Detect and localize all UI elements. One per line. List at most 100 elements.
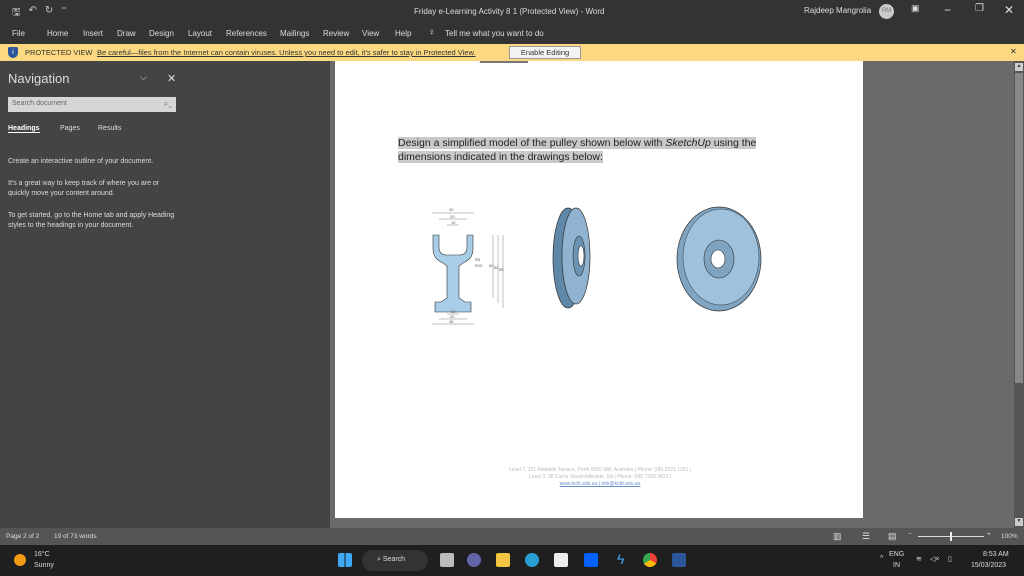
minimize-button[interactable]: − [944, 3, 951, 17]
zoom-in-icon[interactable]: + [987, 531, 991, 538]
volume-icon[interactable]: ◁× [930, 555, 939, 563]
shield-icon: i [8, 47, 18, 58]
tab-mailings[interactable]: Mailings [280, 29, 309, 38]
page-count[interactable]: Page 2 of 2 [6, 533, 39, 540]
battery-icon[interactable]: ▯ [948, 555, 952, 563]
temperature[interactable]: 16°C [34, 551, 50, 558]
close-button[interactable]: ✕ [1004, 3, 1014, 17]
taskbar-search[interactable]: ⌕ Search [362, 550, 428, 571]
undo-icon[interactable]: ↶ [29, 5, 37, 22]
chrome-icon[interactable] [643, 553, 657, 567]
teams-icon[interactable] [467, 553, 481, 567]
edge-icon[interactable] [525, 553, 539, 567]
dim-10: 10 [451, 220, 456, 225]
status-bar: Page 2 of 2 19 of 73 words ▥ ☰ ▤ − + 100… [0, 528, 1024, 545]
footer-line-1: Level 7, 251 Adelaide Terrace, Perth 600… [508, 467, 692, 473]
ribbon-display-icon[interactable]: ▣ [911, 3, 920, 14]
clock-date[interactable]: 15/03/2023 [971, 562, 1006, 569]
search-input[interactable]: Search document ⌕⌄ [8, 97, 176, 112]
ribbon-tabs: File Home Insert Draw Design Layout Refe… [0, 22, 1024, 44]
taskbar-search-label: Search [382, 556, 406, 563]
dropbox-icon[interactable] [584, 553, 598, 567]
restore-button[interactable]: ❐ [975, 3, 984, 14]
zoom-slider-thumb[interactable] [950, 532, 952, 541]
document-page[interactable]: Design a simplified model of the pulley … [335, 61, 863, 518]
nav-help-3: To get started, go to the Home tab and a… [8, 212, 175, 229]
footer-links[interactable]: www.kcbt.edu.au | info@kcbt.edu.au [435, 481, 765, 488]
zoom-out-icon[interactable]: − [908, 531, 912, 538]
zoom-level[interactable]: 100% [1001, 533, 1018, 540]
power-automate-icon[interactable]: ϟ [617, 551, 624, 567]
text-sketchup: SketchUp [665, 137, 711, 149]
tab-draw[interactable]: Draw [117, 29, 136, 38]
pulley-side-view [552, 207, 591, 309]
wifi-icon[interactable]: ≋ [916, 555, 922, 563]
search-icon[interactable]: ⌕⌄ [164, 99, 172, 109]
tab-layout[interactable]: Layout [188, 29, 212, 38]
word-icon[interactable] [672, 553, 686, 567]
dim-r5: R5 [475, 257, 481, 262]
protected-view-bar: i PROTECTED VIEW Be careful—files from t… [0, 44, 1024, 61]
nav-help-1: Create an interactive outline of your do… [8, 158, 154, 165]
navigation-pane: Navigation ⌵ ✕ Search document ⌕⌄ Heading… [0, 61, 330, 528]
footer-line-2: Level 3, 38 Currie Street Adelaide, SA |… [529, 474, 671, 480]
store-icon[interactable] [554, 553, 568, 567]
page-marker [480, 61, 528, 63]
tab-review[interactable]: Review [323, 29, 349, 38]
dim-b36: 36 [449, 319, 454, 324]
file-explorer-icon[interactable] [496, 553, 510, 567]
nav-help-2: It's a great way to keep track of where … [8, 180, 160, 197]
tab-view[interactable]: View [362, 29, 379, 38]
nav-title: Navigation [8, 71, 70, 86]
document-area: Design a simplified model of the pulley … [330, 61, 1014, 528]
close-icon[interactable]: ✕ [1010, 47, 1017, 56]
read-mode-icon[interactable]: ▥ [833, 531, 842, 542]
tab-help[interactable]: Help [395, 29, 411, 38]
dim-30: 30 [449, 207, 454, 212]
tab-pages[interactable]: Pages [60, 125, 80, 132]
tell-me-search[interactable]: Tell me what you want to do [445, 29, 544, 38]
tab-references[interactable]: References [226, 29, 267, 38]
text-a: Design a simplified model of the pulley … [398, 137, 666, 149]
user-name[interactable]: Rajdeep Mangrolia [804, 6, 871, 15]
chevron-down-icon[interactable]: ⌵ [140, 72, 147, 83]
weather-sun-icon[interactable] [14, 554, 26, 566]
dim-20: 20 [450, 214, 455, 219]
protected-view-label: PROTECTED VIEW [25, 48, 93, 57]
web-layout-icon[interactable]: ▤ [888, 531, 897, 542]
windows-start-icon[interactable] [338, 553, 352, 567]
dim-r10: R10 [475, 263, 483, 268]
scroll-down-icon[interactable]: ▼ [1015, 518, 1023, 526]
task-view-icon[interactable] [440, 553, 454, 567]
tab-home[interactable]: Home [47, 29, 68, 38]
save-icon[interactable]: 🖫 [12, 5, 21, 22]
language-1[interactable]: ENG [889, 551, 904, 558]
language-2[interactable]: IN [893, 562, 900, 569]
lightbulb-icon: ♀ [428, 27, 436, 38]
protected-view-message[interactable]: Be careful—files from the Internet can c… [97, 48, 476, 57]
tab-headings[interactable]: Headings [8, 125, 40, 133]
pulley-section-drawing: 30 20 10 R5 R10 50 52 55 10 20 36 [432, 207, 504, 325]
word-count[interactable]: 19 of 73 words [54, 533, 97, 540]
vertical-scrollbar[interactable]: ▲ ▼ [1014, 61, 1024, 528]
tab-results[interactable]: Results [98, 125, 121, 132]
page-footer: Level 7, 251 Adelaide Terrace, Perth 600… [435, 467, 765, 488]
avatar[interactable]: RM [879, 4, 894, 19]
tab-design[interactable]: Design [149, 29, 174, 38]
customize-icon[interactable]: ⁼ [61, 5, 66, 22]
clock-time[interactable]: 8:53 AM [983, 551, 1009, 558]
tab-insert[interactable]: Insert [83, 29, 103, 38]
tab-file[interactable]: File [12, 29, 25, 38]
close-icon[interactable]: ✕ [167, 72, 176, 85]
document-title: Friday e-Learning Activity 8 1 (Protecte… [414, 7, 605, 16]
weather-condition[interactable]: Sunny [34, 562, 54, 569]
print-layout-icon[interactable]: ☰ [862, 531, 870, 542]
redo-icon[interactable]: ↻ [45, 5, 53, 22]
scrollbar-thumb[interactable] [1015, 73, 1023, 383]
title-bar: 🖫 ↶ ↻ ⁼ Friday e-Learning Activity 8 1 (Pro… [0, 0, 1024, 22]
scroll-up-icon[interactable]: ▲ [1015, 63, 1023, 71]
chevron-up-icon[interactable]: ^ [880, 555, 883, 562]
instruction-paragraph: Design a simplified model of the pulley … [398, 136, 768, 164]
dim-55: 55 [499, 267, 504, 272]
enable-editing-button[interactable]: Enable Editing [509, 46, 581, 59]
